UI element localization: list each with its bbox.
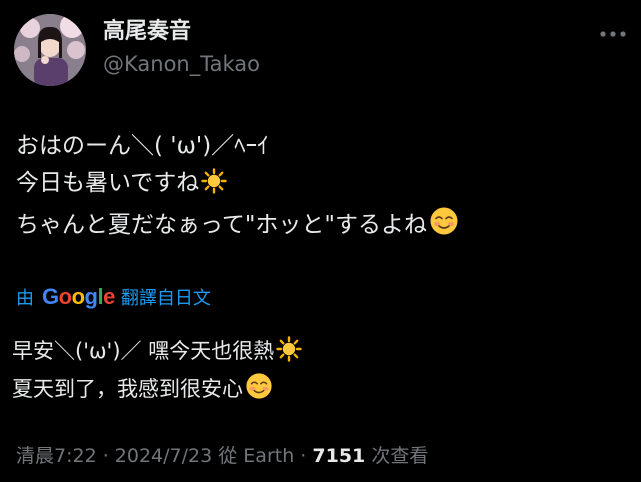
meta-separator: · bbox=[294, 445, 313, 467]
tweet-header: 高尾奏音 @Kanon_Takao bbox=[0, 0, 641, 100]
translate-action-label: 翻譯自日文 bbox=[120, 288, 211, 309]
more-horizontal-icon bbox=[600, 31, 626, 37]
avatar[interactable] bbox=[14, 14, 86, 86]
meta-separator: · bbox=[96, 445, 115, 467]
sun-emoji-icon bbox=[201, 168, 228, 206]
tweet-meta: 清晨7:22 · 2024/7/23 從 Earth · 7151 次查看 bbox=[16, 442, 428, 470]
more-options-button[interactable] bbox=[596, 22, 630, 46]
tweet-line: 今日も暑いですね bbox=[16, 165, 626, 206]
tweet-line: おはのーん＼( 'ω')／ﾍｰｲ bbox=[16, 133, 269, 159]
tweet-source: 從 Earth bbox=[218, 445, 295, 467]
tweet-text: おはのーん＼( 'ω')／ﾍｰｲ 今日も暑いですね ちゃんと夏だなぁって"ホッと… bbox=[16, 128, 626, 248]
smiling-face-emoji-icon bbox=[245, 372, 273, 410]
translate-by-label: 由 bbox=[16, 288, 34, 309]
tweet-date[interactable]: 2024/7/23 bbox=[115, 445, 212, 467]
translated-text: 早安＼('ω')／ 嘿今天也很熱 夏天到了，我感到很安心 bbox=[12, 334, 627, 410]
views-count: 7151 bbox=[312, 445, 366, 467]
tweet-time[interactable]: 清晨7:22 bbox=[16, 445, 97, 467]
sun-emoji-icon bbox=[276, 336, 302, 372]
user-handle[interactable]: @Kanon_Takao bbox=[103, 50, 260, 78]
smiling-face-emoji-icon bbox=[429, 206, 459, 248]
translate-attribution-link[interactable]: 由 Google 翻譯自日文 bbox=[16, 282, 211, 312]
translated-line: 早安＼('ω')／ 嘿今天也很熱 bbox=[12, 334, 627, 372]
display-name[interactable]: 高尾奏音 bbox=[103, 18, 191, 46]
google-logo: Google bbox=[42, 284, 115, 309]
translated-line: 夏天到了，我感到很安心 bbox=[12, 372, 627, 410]
tweet-line: ちゃんと夏だなぁって"ホッと"するよね bbox=[16, 206, 626, 248]
views-label: 次查看 bbox=[365, 445, 429, 467]
